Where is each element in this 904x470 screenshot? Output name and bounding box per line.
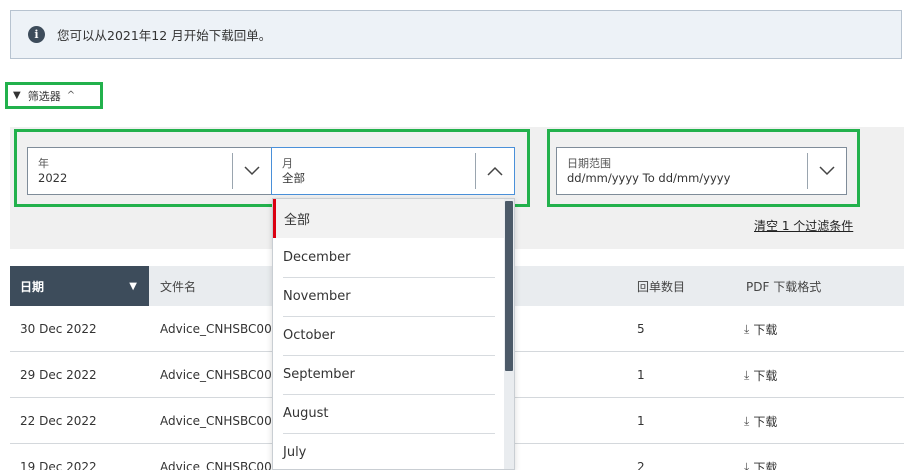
- cell-date: 19 Dec 2022: [20, 460, 97, 470]
- year-select-value: 2022: [38, 171, 68, 185]
- download-label: 下载: [753, 460, 778, 470]
- column-header-date-label: 日期: [20, 279, 45, 294]
- month-select-label: 月: [282, 157, 293, 170]
- dropdown-option-october[interactable]: October: [273, 316, 505, 355]
- year-select-label: 年: [38, 157, 49, 170]
- download-link[interactable]: ⤓ 下载: [744, 352, 777, 398]
- download-icon: ⤓: [744, 459, 750, 470]
- chevron-up-icon: ^: [66, 90, 76, 101]
- download-icon: ⤓: [744, 367, 750, 382]
- year-select[interactable]: 年 2022: [27, 147, 272, 195]
- sort-down-icon: ▼: [129, 280, 137, 292]
- cell-count: 2: [637, 460, 645, 470]
- download-link[interactable]: ⤓ 下载: [744, 306, 777, 352]
- dropdown-option-august[interactable]: August: [273, 394, 505, 433]
- chevron-down-icon[interactable]: [808, 166, 846, 176]
- cell-date: 22 Dec 2022: [20, 414, 97, 428]
- funnel-icon: ▼: [13, 90, 21, 101]
- clear-filters-link[interactable]: 清空 1 个过滤条件: [754, 217, 853, 234]
- download-label: 下载: [753, 368, 778, 383]
- info-banner: i 您可以从2021年12 月开始下载回单。: [10, 10, 902, 59]
- filter-toggle[interactable]: ▼ 筛选器 ^: [5, 82, 103, 109]
- date-range-label: 日期范围: [567, 157, 611, 170]
- dropdown-option-july[interactable]: July: [273, 433, 505, 469]
- date-range-select[interactable]: 日期范围 dd/mm/yyyy To dd/mm/yyyy: [556, 147, 847, 195]
- cell-count: 1: [637, 368, 645, 382]
- cell-file[interactable]: Advice_CNHSBC001-: [160, 306, 284, 352]
- cell-date: 29 Dec 2022: [20, 368, 97, 382]
- column-header-pdf: PDF 下载格式: [746, 279, 822, 294]
- date-range-value: dd/mm/yyyy To dd/mm/yyyy: [567, 171, 731, 185]
- download-icon: ⤓: [744, 321, 750, 336]
- month-select-value: 全部: [282, 171, 305, 185]
- column-header-file: 文件名: [160, 279, 197, 294]
- dropdown-option-all[interactable]: 全部: [273, 199, 505, 238]
- download-link[interactable]: ⤓ 下载: [744, 444, 777, 470]
- download-label: 下载: [753, 414, 778, 429]
- filter-toggle-label: 筛选器: [27, 89, 61, 103]
- dropdown-option-november[interactable]: November: [273, 277, 505, 316]
- download-link[interactable]: ⤓ 下载: [744, 398, 777, 444]
- cell-count: 5: [637, 322, 645, 336]
- info-banner-text: 您可以从2021年12 月开始下载回单。: [57, 28, 272, 43]
- dropdown-scrollbar-thumb[interactable]: [505, 201, 513, 371]
- month-select[interactable]: 月 全部: [271, 147, 515, 195]
- month-dropdown-list: 全部 December November October September A…: [272, 198, 515, 470]
- info-icon: i: [28, 26, 45, 43]
- cell-date: 30 Dec 2022: [20, 322, 97, 336]
- column-header-count: 回单数目: [637, 279, 686, 294]
- cell-file[interactable]: Advice_CNHSBC001-: [160, 398, 284, 444]
- cell-count: 1: [637, 414, 645, 428]
- download-label: 下载: [753, 322, 778, 337]
- cell-file[interactable]: Advice_CNHSBC001-: [160, 444, 284, 470]
- download-icon: ⤓: [744, 413, 750, 428]
- column-header-date[interactable]: 日期 ▼: [10, 266, 149, 306]
- cell-file[interactable]: Advice_CNHSBC001-: [160, 352, 284, 398]
- dropdown-option-december[interactable]: December: [273, 238, 505, 277]
- chevron-down-icon[interactable]: [233, 166, 271, 176]
- dropdown-scrollbar[interactable]: [504, 199, 514, 469]
- dropdown-option-september[interactable]: September: [273, 355, 505, 394]
- chevron-up-icon[interactable]: [476, 166, 514, 176]
